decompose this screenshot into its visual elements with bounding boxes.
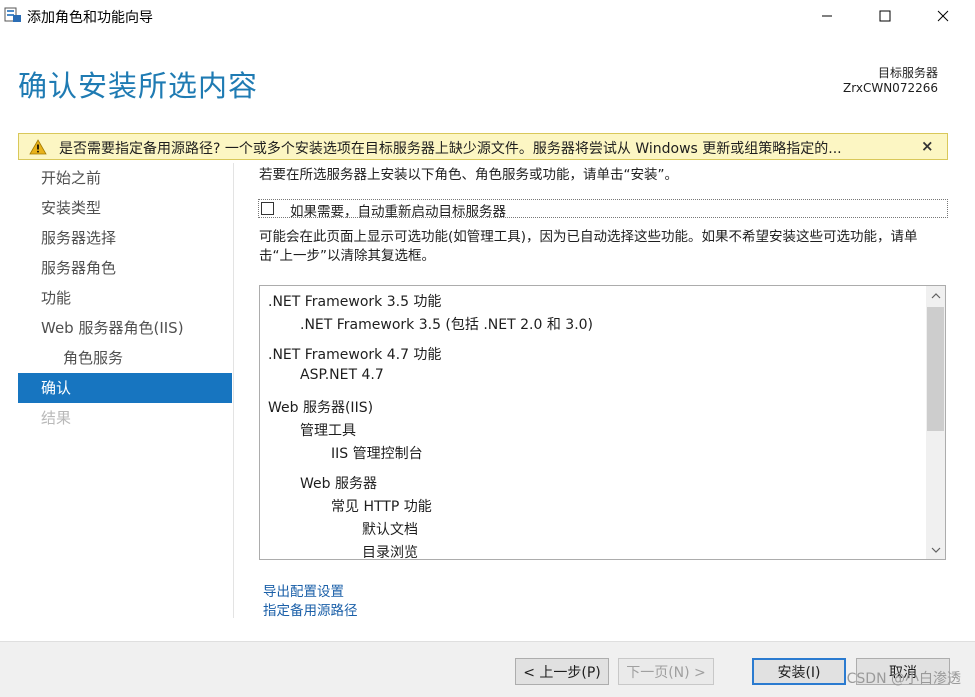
target-server-name: ZrxCWN072266 bbox=[843, 81, 938, 95]
wizard-steps-nav: 开始之前 安装类型 服务器选择 服务器角色 功能 Web 服务器角色(IIS) … bbox=[18, 163, 232, 433]
close-icon bbox=[937, 10, 949, 22]
alt-source-path-link[interactable]: 指定备用源路径 bbox=[263, 599, 358, 619]
chevron-down-icon bbox=[931, 547, 940, 553]
features-scrollbar[interactable] bbox=[926, 286, 945, 559]
title-bar: 添加角色和功能向导 bbox=[0, 0, 975, 32]
warning-icon bbox=[29, 139, 47, 155]
nav-item-results: 结果 bbox=[41, 409, 72, 427]
auto-restart-label[interactable]: 如果需要，自动重新启动目标服务器 bbox=[290, 200, 506, 220]
auto-restart-checkbox[interactable] bbox=[261, 202, 274, 215]
server-manager-icon bbox=[4, 7, 21, 22]
wizard-footer: < 上一步(P) 下一页(N) > 安装(I) 取消 CSDN @小白渗透 bbox=[0, 641, 975, 697]
scroll-up-button[interactable] bbox=[926, 286, 945, 305]
target-server-label: 目标服务器 bbox=[877, 66, 938, 80]
next-button: 下一页(N) > bbox=[618, 658, 714, 685]
dismiss-warning-button[interactable]: × bbox=[921, 137, 934, 155]
nav-item-server-roles[interactable]: 服务器角色 bbox=[18, 253, 232, 283]
nav-divider bbox=[233, 163, 234, 618]
maximize-button[interactable] bbox=[862, 0, 908, 32]
nav-item-server-selection[interactable]: 服务器选择 bbox=[18, 223, 232, 253]
close-window-button[interactable] bbox=[920, 0, 966, 32]
nav-item-confirmation[interactable]: 确认 bbox=[18, 373, 232, 403]
previous-button[interactable]: < 上一步(P) bbox=[515, 658, 609, 685]
nav-item-before-you-begin[interactable]: 开始之前 bbox=[18, 163, 232, 193]
feature-item: 常见 HTTP 功能 bbox=[331, 499, 432, 515]
minimize-icon bbox=[822, 15, 832, 17]
nav-item-web-server-role[interactable]: Web 服务器角色(IIS) bbox=[18, 313, 232, 343]
intro-text: 若要在所选服务器上安装以下角色、角色服务或功能，请单击“安装”。 bbox=[259, 167, 678, 183]
nav-item-installation-type[interactable]: 安装类型 bbox=[18, 193, 232, 223]
nav-item-role-services[interactable]: 角色服务 bbox=[18, 343, 232, 373]
feature-item: IIS 管理控制台 bbox=[331, 446, 423, 462]
export-config-link[interactable]: 导出配置设置 bbox=[263, 580, 344, 600]
feature-item: ASP.NET 4.7 bbox=[300, 367, 384, 383]
nav-item-features[interactable]: 功能 bbox=[18, 283, 232, 313]
scroll-down-button[interactable] bbox=[926, 540, 945, 559]
optional-features-note: 可能会在此页面上显示可选功能(如管理工具)，因为已自动选择这些功能。如果不希望安… bbox=[259, 229, 918, 264]
selected-features-list[interactable]: .NET Framework 3.5 功能 .NET Framework 3.5… bbox=[259, 285, 946, 560]
warning-text[interactable]: 是否需要指定备用源路径? 一个或多个安装选项在目标服务器上缺少源文件。服务器将尝… bbox=[59, 138, 909, 158]
watermark: CSDN @小白渗透 bbox=[846, 671, 961, 687]
window-title: 添加角色和功能向导 bbox=[27, 10, 153, 26]
feature-item: .NET Framework 4.7 功能 bbox=[268, 347, 442, 363]
missing-source-warning: 是否需要指定备用源路径? 一个或多个安装选项在目标服务器上缺少源文件。服务器将尝… bbox=[18, 133, 948, 160]
feature-item: Web 服务器 bbox=[300, 476, 377, 492]
auto-restart-option[interactable]: 如果需要，自动重新启动目标服务器 bbox=[258, 199, 948, 220]
feature-item: 默认文档 bbox=[362, 522, 418, 538]
install-button[interactable]: 安装(I) bbox=[752, 658, 846, 685]
maximize-icon bbox=[879, 10, 891, 22]
scroll-thumb[interactable] bbox=[927, 307, 944, 431]
minimize-button[interactable] bbox=[804, 0, 850, 32]
page-title: 确认安装所选内容 bbox=[18, 69, 259, 103]
feature-item: 管理工具 bbox=[300, 423, 356, 439]
feature-item: 目录浏览 bbox=[362, 545, 418, 560]
chevron-up-icon bbox=[931, 292, 940, 298]
feature-item: .NET Framework 3.5 功能 bbox=[268, 294, 442, 310]
feature-item: .NET Framework 3.5 (包括 .NET 2.0 和 3.0) bbox=[300, 317, 594, 333]
feature-item: Web 服务器(IIS) bbox=[268, 400, 374, 416]
